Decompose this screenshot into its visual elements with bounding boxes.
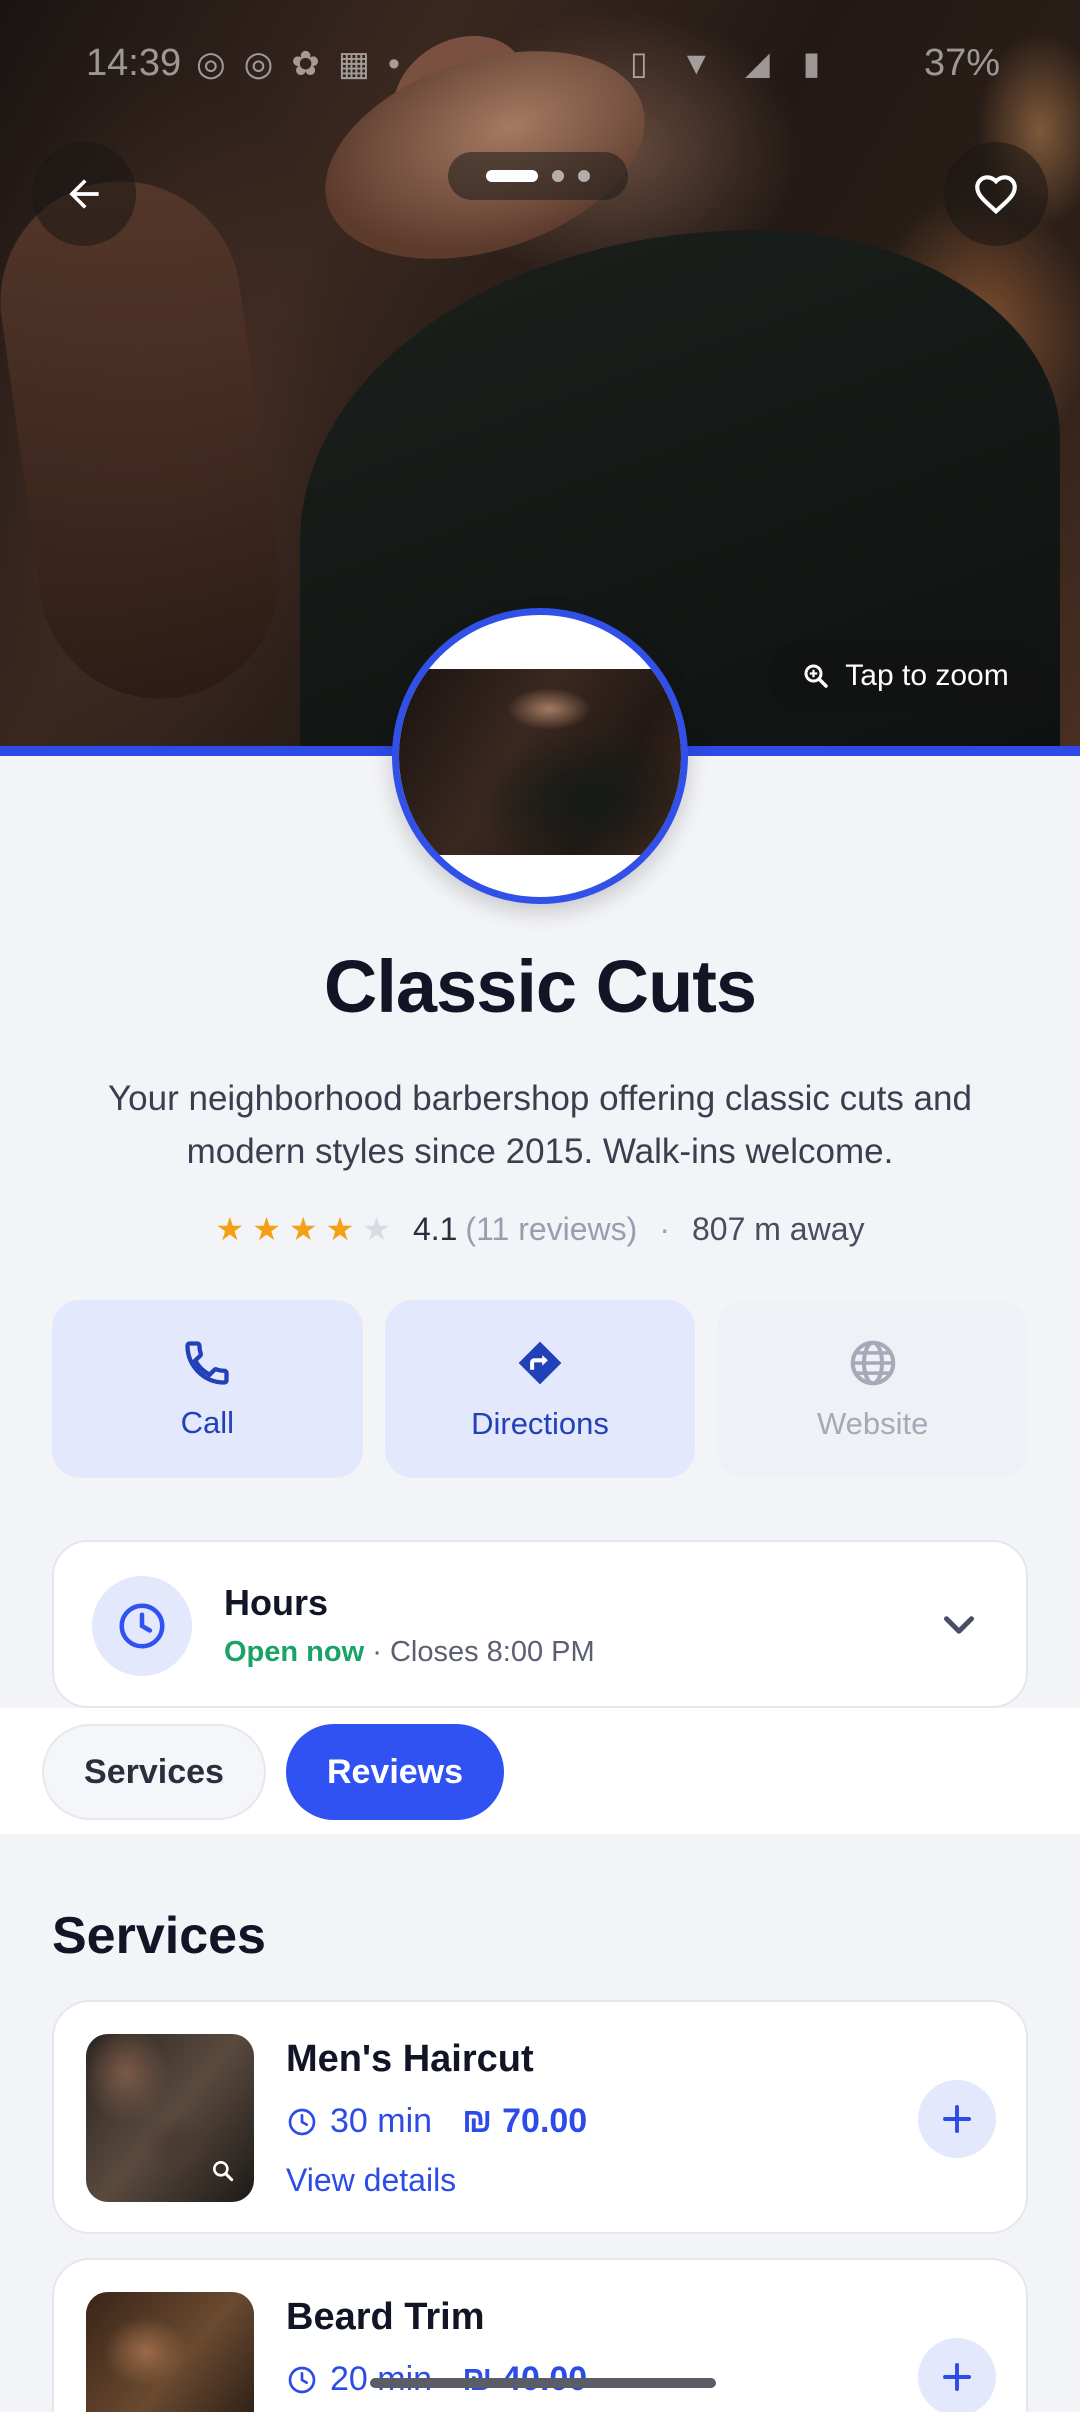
star-empty-icon: ★ [362, 1211, 391, 1247]
star-filled-icon: ★ [252, 1211, 281, 1247]
service-image[interactable] [86, 2292, 254, 2412]
star-filled-icon: ★ [325, 1211, 355, 1247]
add-service-button[interactable] [918, 2080, 996, 2158]
call-label: Call [180, 1405, 235, 1440]
hours-status: Open now · Closes 8:00 PM [224, 1636, 595, 1669]
service-card[interactable]: Beard Trim 20 min ₪ 40.00 [52, 2258, 1028, 2412]
separator: · [659, 1210, 670, 1247]
home-indicator[interactable] [370, 2378, 716, 2388]
battery-level: 37% [924, 42, 1001, 84]
call-button[interactable]: Call [52, 1300, 363, 1478]
avatar-photo [399, 669, 681, 855]
open-now-label: Open now [224, 1636, 365, 1668]
tab-reviews[interactable]: Reviews [286, 1724, 504, 1820]
zoom-icon [804, 664, 829, 688]
gallery-dot[interactable] [552, 170, 564, 182]
clock-icon [288, 2366, 316, 2393]
arrow-left-icon [69, 179, 99, 209]
services-section-title: Services [52, 1907, 266, 1965]
website-button[interactable]: Website [717, 1300, 1029, 1478]
notification-icons: ◎◎✿▦• [196, 45, 418, 83]
phone-icon [185, 1341, 229, 1385]
tab-bar: Services Reviews [0, 1708, 1080, 1834]
business-description: Your neighborhood barbershop offering cl… [108, 1079, 972, 1171]
hero-photo-arm [0, 165, 296, 715]
directions-label: Directions [471, 1406, 609, 1441]
signal-icons: ▯ ▼ ◢ ▮ [630, 45, 833, 81]
back-button[interactable] [32, 142, 136, 246]
zoom-icon [213, 2161, 234, 2182]
hours-card[interactable]: Hours Open now · Closes 8:00 PM [52, 1540, 1028, 1708]
clock-icon [288, 2108, 316, 2135]
hours-title: Hours [224, 1582, 329, 1623]
status-time: 14:39 [86, 42, 182, 84]
star-filled-icon: ★ [288, 1211, 318, 1247]
gallery-dot[interactable] [578, 170, 590, 182]
gallery-dot-active[interactable] [486, 170, 538, 182]
tab-services[interactable]: Services [42, 1724, 266, 1820]
clock-icon [92, 1576, 192, 1676]
favorite-button[interactable] [944, 142, 1048, 246]
heart-icon [975, 175, 1017, 215]
service-name: Beard Trim [286, 2296, 485, 2338]
plus-icon [943, 2363, 971, 2391]
action-buttons: Call Directions Website [52, 1300, 1029, 1478]
service-image[interactable] [86, 2034, 254, 2202]
currency-icon: ₪ [462, 2102, 493, 2140]
directions-button[interactable]: Directions [384, 1300, 696, 1478]
gallery-indicator [448, 152, 628, 200]
status-bar: 14:39 ◎◎✿▦• ▯ ▼ ◢ ▮ 37% [0, 34, 1080, 94]
service-meta: 30 min ₪ 70.00 [286, 2102, 587, 2141]
star-filled-icon: ★ [215, 1211, 245, 1247]
directions-icon [518, 1341, 562, 1385]
chevron-down-icon[interactable] [934, 1600, 984, 1650]
tap-to-zoom-label: Tap to zoom [845, 659, 1009, 692]
rating-row[interactable]: ★ ★ ★ ★ ★ 4.1 (11 reviews) · 807 m away [0, 1210, 1080, 1248]
business-name: Classic Cuts [323, 945, 757, 1028]
service-duration: 30 min [330, 2102, 433, 2140]
closes-label: · Closes 8:00 PM [364, 1636, 595, 1668]
distance: 807 m away [691, 1210, 865, 1247]
add-service-button[interactable] [918, 2338, 996, 2412]
rating-value: 4.1 [412, 1210, 458, 1247]
reviews-count[interactable]: (11 reviews) [465, 1211, 637, 1248]
tap-to-zoom-button[interactable]: Tap to zoom [768, 640, 1042, 712]
globe-icon [850, 1340, 895, 1386]
star-rating: ★ ★ ★ ★ ★ [216, 1210, 391, 1248]
service-card[interactable]: Men's Haircut 30 min ₪ 70.00 View detail… [52, 2000, 1028, 2234]
business-avatar[interactable] [392, 608, 688, 904]
view-details-link[interactable]: View details [286, 2162, 456, 2199]
service-name: Men's Haircut [286, 2038, 534, 2080]
plus-icon [943, 2105, 971, 2133]
website-label: Website [816, 1406, 929, 1441]
service-price: 70.00 [502, 2102, 588, 2140]
